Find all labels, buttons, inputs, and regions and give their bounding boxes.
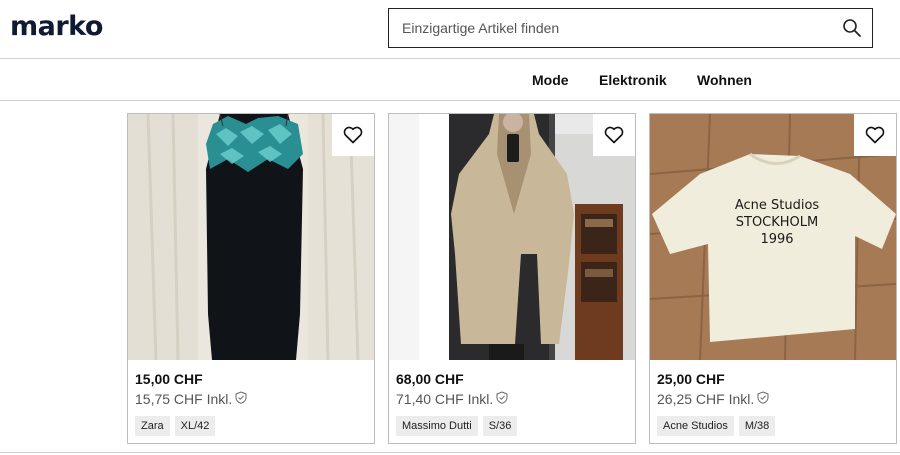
price-incl-text: 26,25 CHF Inkl.	[657, 391, 755, 407]
price-incl-protection: 26,25 CHF Inkl.	[657, 391, 769, 407]
price-incl-text: 71,40 CHF Inkl.	[396, 391, 494, 407]
brand-tag: Zara	[135, 416, 170, 436]
print-text-year: 1996	[760, 232, 793, 247]
heart-icon[interactable]	[593, 114, 635, 156]
nav-item-wohnen[interactable]: Wohnen	[697, 72, 752, 88]
product-card[interactable]: 15,00 CHF 15,75 CHF Inkl. Zara XL/42	[127, 113, 375, 444]
product-card[interactable]: 68,00 CHF 71,40 CHF Inkl. Massimo Dutti …	[388, 113, 636, 444]
heart-icon[interactable]	[854, 114, 896, 156]
brand-tag: Acne Studios	[657, 416, 734, 436]
search-icon[interactable]	[842, 18, 862, 38]
divider	[0, 452, 900, 453]
shield-check-icon	[235, 391, 247, 407]
brand-tag: Massimo Dutti	[396, 416, 478, 436]
shield-check-icon	[757, 391, 769, 407]
product-card[interactable]: Acne Studios STOCKHOLM 1996 25,00 CHF 26…	[649, 113, 897, 444]
nav-item-mode[interactable]: Mode	[532, 72, 569, 88]
price: 15,00 CHF	[135, 371, 203, 387]
nav-item-elektronik[interactable]: Elektronik	[599, 72, 667, 88]
size-tag: M/38	[738, 416, 776, 436]
search-bar	[388, 8, 873, 48]
print-text-stockholm: STOCKHOLM	[736, 215, 819, 230]
price: 25,00 CHF	[657, 371, 725, 387]
attribute-tags: Zara XL/42	[135, 416, 216, 436]
size-tag: S/36	[482, 416, 518, 436]
search-input[interactable]	[389, 9, 829, 47]
attribute-tags: Acne Studios M/38	[657, 416, 776, 436]
shield-check-icon	[496, 391, 508, 407]
logo[interactable]: marko	[10, 11, 103, 42]
price-incl-text: 15,75 CHF Inkl.	[135, 391, 233, 407]
price-incl-protection: 15,75 CHF Inkl.	[135, 391, 247, 407]
attribute-tags: Massimo Dutti S/36	[396, 416, 518, 436]
price-incl-protection: 71,40 CHF Inkl.	[396, 391, 508, 407]
price: 68,00 CHF	[396, 371, 464, 387]
header: marko	[0, 0, 900, 59]
heart-icon[interactable]	[332, 114, 374, 156]
print-text-acne: Acne Studios	[735, 198, 820, 213]
category-nav: Mode Elektronik Wohnen	[0, 59, 900, 101]
size-tag: XL/42	[174, 416, 216, 436]
